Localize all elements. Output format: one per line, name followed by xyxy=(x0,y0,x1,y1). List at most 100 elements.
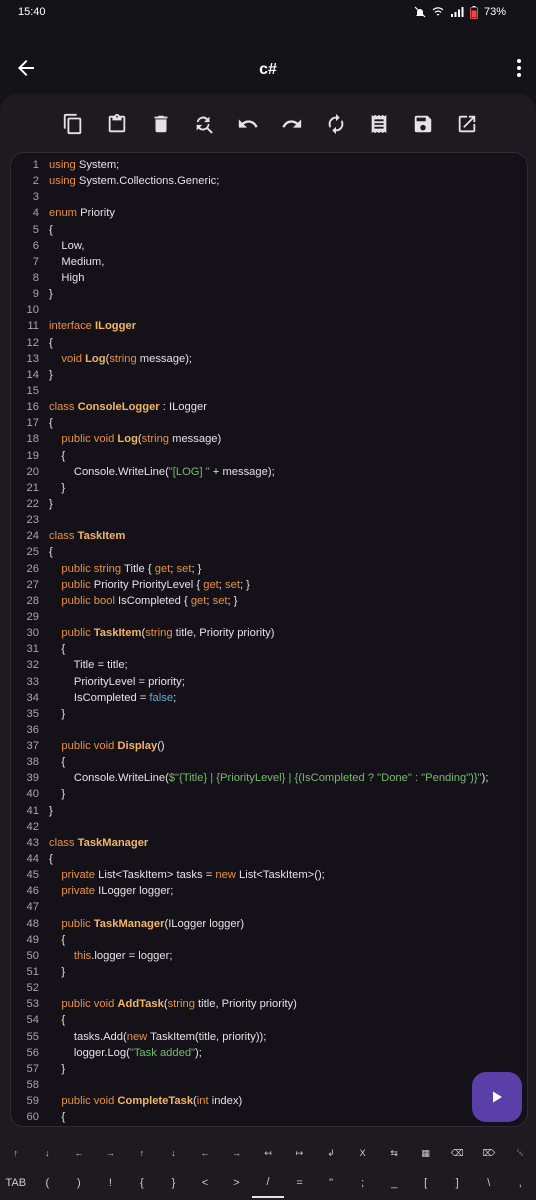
code-line: 42 xyxy=(11,819,527,835)
line-text: { xyxy=(39,222,53,238)
extra-key[interactable]: ↑ xyxy=(126,1138,158,1168)
line-text: private List<TaskItem> tasks = new List<… xyxy=(39,867,324,883)
extra-key[interactable]: \ xyxy=(473,1168,505,1198)
extra-keys-row-2: TAB()!{} < > / = "; _[] \, xyxy=(0,1168,536,1198)
extra-keys-bar: ↑ ↓ ← → ↑ ↓ ← → ↤ ↦ ↲ X ⇆ ▦ ⌫ ⌦ ␛ TAB()!{} < > / = "; _[] \, xyxy=(0,1134,536,1200)
undo-button[interactable] xyxy=(235,111,261,137)
code-token: } xyxy=(49,288,53,301)
line-number: 34 xyxy=(26,691,39,704)
extra-key[interactable]: ↓ xyxy=(32,1138,64,1168)
extra-key[interactable]: > xyxy=(221,1168,253,1198)
extra-key[interactable]: { xyxy=(126,1168,158,1198)
save-button[interactable] xyxy=(410,111,436,137)
line-text xyxy=(39,383,49,399)
line-number: 10 xyxy=(26,304,39,317)
line-number: 16 xyxy=(26,401,39,414)
code-token: : ILogger xyxy=(159,401,207,414)
line-text: } xyxy=(39,367,53,383)
code-token: System.Collections.Generic; xyxy=(78,175,220,188)
code-line: 18 public void Log(string message) xyxy=(11,431,527,447)
code-token: public void xyxy=(49,998,115,1011)
line-text: High xyxy=(39,270,84,286)
extra-key[interactable]: ↲ xyxy=(315,1138,347,1168)
code-token: { xyxy=(49,756,66,769)
line-number: 21 xyxy=(26,481,39,494)
extra-key[interactable]: ) xyxy=(63,1168,95,1198)
extra-key[interactable]: ← xyxy=(189,1138,221,1168)
app-bar: c# xyxy=(0,46,536,94)
extra-key[interactable]: X xyxy=(347,1138,379,1168)
extra-key[interactable]: < xyxy=(189,1168,221,1198)
code-token: index) xyxy=(211,1095,243,1108)
extra-key[interactable]: ⌫ xyxy=(441,1138,473,1168)
extra-key[interactable]: , xyxy=(505,1168,536,1198)
code-line: 19 { xyxy=(11,448,527,464)
code-line: 20 Console.WriteLine("[LOG] " + message)… xyxy=(11,464,527,480)
line-number: 17 xyxy=(26,417,39,430)
code-token: ); xyxy=(195,1046,202,1059)
extra-key[interactable]: ⌦ xyxy=(473,1138,505,1168)
copy-button[interactable] xyxy=(60,111,86,137)
line-number: 59 xyxy=(26,1095,39,1108)
line-text: public void Display() xyxy=(39,738,164,754)
extra-key[interactable]: = xyxy=(284,1168,316,1198)
run-button[interactable] xyxy=(472,1072,522,1122)
code-line: 1 using System; xyxy=(11,157,527,173)
line-number: 57 xyxy=(26,1062,39,1075)
line-number: 2 xyxy=(32,175,39,188)
code-token: get xyxy=(190,594,207,607)
extra-key[interactable]: } xyxy=(158,1168,190,1198)
extra-key[interactable]: [ xyxy=(410,1168,442,1198)
receipt-button[interactable] xyxy=(366,111,392,137)
paste-button[interactable] xyxy=(104,111,130,137)
extra-key[interactable]: → xyxy=(221,1138,253,1168)
extra-key[interactable]: ! xyxy=(95,1168,127,1198)
extra-key[interactable]: _ xyxy=(378,1168,410,1198)
extra-key[interactable]: / xyxy=(252,1168,284,1198)
extra-key[interactable]: ▦ xyxy=(410,1138,442,1168)
code-token: } xyxy=(49,368,53,381)
delete-button[interactable] xyxy=(148,111,174,137)
refresh-icon xyxy=(328,113,343,135)
refresh-button[interactable] xyxy=(323,111,349,137)
extra-key[interactable]: " xyxy=(315,1168,347,1198)
extra-key[interactable]: ␛ xyxy=(505,1138,536,1168)
redo-button[interactable] xyxy=(279,111,305,137)
code-line: 5{ xyxy=(11,222,527,238)
line-text: public void Log(string message) xyxy=(39,431,221,447)
code-line: 32 Title = title; xyxy=(11,657,527,673)
back-arrow-icon[interactable] xyxy=(14,56,38,80)
code-token: System; xyxy=(78,159,120,171)
line-number: 40 xyxy=(26,788,39,801)
code-line: 9} xyxy=(11,286,527,302)
code-token: void xyxy=(49,352,82,365)
extra-key[interactable]: TAB xyxy=(0,1168,32,1198)
status-time: 15:40 xyxy=(18,6,46,18)
extra-key[interactable]: → xyxy=(95,1138,127,1168)
code-token: "[LOG] " xyxy=(168,465,210,478)
more-vert-icon[interactable] xyxy=(516,58,522,78)
line-text: { xyxy=(39,544,53,560)
extra-key[interactable]: ↦ xyxy=(284,1138,316,1168)
code-token: tasks.Add( xyxy=(49,1030,127,1043)
extra-key[interactable]: ( xyxy=(32,1168,64,1198)
extra-key[interactable]: ↓ xyxy=(158,1138,190,1168)
line-text: } xyxy=(39,286,53,302)
signal-icon xyxy=(450,7,464,17)
extra-key[interactable]: ⇆ xyxy=(378,1138,410,1168)
code-line: 28 public bool IsCompleted { get; set; } xyxy=(11,593,527,609)
code-editor[interactable]: 1 using System; 2 using System.Collections.… xyxy=(10,152,528,1127)
code-token: "Task added" xyxy=(129,1046,196,1059)
find-replace-button[interactable] xyxy=(191,111,217,137)
code-token: public xyxy=(49,917,91,930)
open-external-button[interactable] xyxy=(454,111,480,137)
extra-key[interactable]: ] xyxy=(441,1168,473,1198)
line-number: 1 xyxy=(32,159,39,171)
extra-key[interactable]: ↑ xyxy=(0,1138,32,1168)
extra-key[interactable]: ↤ xyxy=(252,1138,284,1168)
code-token: set xyxy=(176,562,192,575)
extra-key[interactable]: ← xyxy=(63,1138,95,1168)
extra-key[interactable]: ; xyxy=(347,1168,379,1198)
line-text: PriorityLevel = priority; xyxy=(39,674,185,690)
line-number: 51 xyxy=(26,966,39,979)
